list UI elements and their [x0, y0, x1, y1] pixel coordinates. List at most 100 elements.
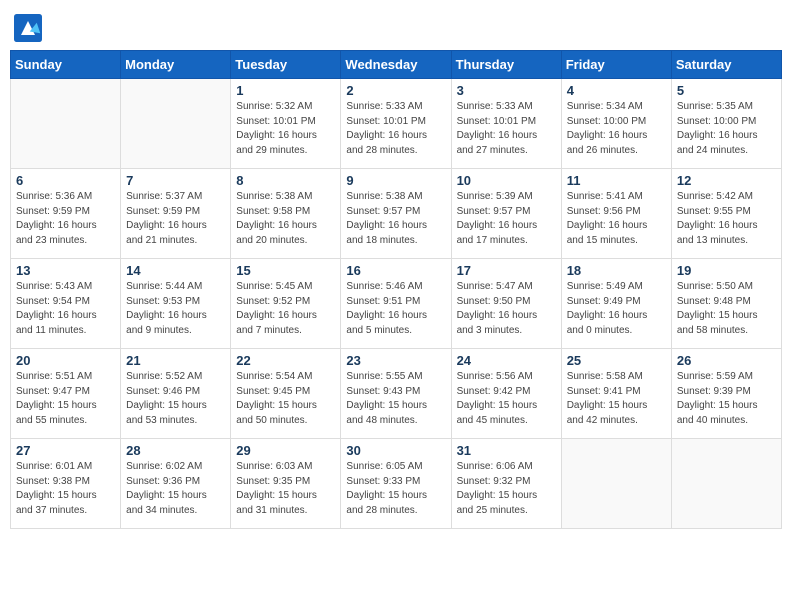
day-info: Sunrise: 5:32 AM Sunset: 10:01 PM Daylig… [236, 100, 335, 158]
day-info: Sunrise: 5:51 AM Sunset: 9:47 PM Dayligh… [16, 370, 115, 428]
day-info: Sunrise: 5:36 AM Sunset: 9:59 PM Dayligh… [16, 190, 115, 248]
day-number: 12 [677, 173, 776, 188]
day-number: 6 [16, 173, 115, 188]
calendar-cell: 20 Sunrise: 5:51 AM Sunset: 9:47 PM Dayli… [11, 349, 121, 439]
calendar-table: SundayMondayTuesdayWednesdayThursdayFrid… [10, 50, 782, 529]
day-info: Sunrise: 5:56 AM Sunset: 9:42 PM Dayligh… [457, 370, 556, 428]
day-info: Sunrise: 5:50 AM Sunset: 9:48 PM Dayligh… [677, 280, 776, 338]
day-info: Sunrise: 5:54 AM Sunset: 9:45 PM Dayligh… [236, 370, 335, 428]
day-number: 30 [346, 443, 445, 458]
day-number: 18 [567, 263, 666, 278]
calendar-cell: 10 Sunrise: 5:39 AM Sunset: 9:57 PM Dayli… [451, 169, 561, 259]
calendar-cell: 25Sunrise: 5:58 AM Sunset: 9:41 PM Dayli… [561, 349, 671, 439]
day-number: 16 [346, 263, 445, 278]
calendar-cell: 30 Sunrise: 6:05 AM Sunset: 9:33 PM Dayli… [341, 439, 451, 529]
calendar-cell: 24 Sunrise: 5:56 AM Sunset: 9:42 PM Dayli… [451, 349, 561, 439]
header-monday: Monday [121, 51, 231, 79]
day-info: Sunrise: 5:55 AM Sunset: 9:43 PM Dayligh… [346, 370, 445, 428]
day-info: Sunrise: 5:33 AM Sunset: 10:01 PM Daylig… [346, 100, 445, 158]
day-number: 9 [346, 173, 445, 188]
day-info: Sunrise: 6:02 AM Sunset: 9:36 PM Dayligh… [126, 460, 225, 518]
calendar-cell [121, 79, 231, 169]
calendar-cell: 27 Sunrise: 6:01 AM Sunset: 9:38 PM Dayli… [11, 439, 121, 529]
calendar-cell: 1Sunrise: 5:32 AM Sunset: 10:01 PM Dayli… [231, 79, 341, 169]
calendar-cell: 22 Sunrise: 5:54 AM Sunset: 9:45 PM Dayli… [231, 349, 341, 439]
day-number: 7 [126, 173, 225, 188]
logo [14, 14, 46, 42]
day-info: Sunrise: 5:38 AM Sunset: 9:58 PM Dayligh… [236, 190, 335, 248]
calendar-cell: 17 Sunrise: 5:47 AM Sunset: 9:50 PM Dayli… [451, 259, 561, 349]
day-info: Sunrise: 5:47 AM Sunset: 9:50 PM Dayligh… [457, 280, 556, 338]
calendar-cell: 9Sunrise: 5:38 AM Sunset: 9:57 PM Daylig… [341, 169, 451, 259]
calendar-cell: 29 Sunrise: 6:03 AM Sunset: 9:35 PM Dayli… [231, 439, 341, 529]
day-number: 15 [236, 263, 335, 278]
calendar-cell: 15 Sunrise: 5:45 AM Sunset: 9:52 PM Dayli… [231, 259, 341, 349]
calendar-cell: 5 Sunrise: 5:35 AM Sunset: 10:00 PM Dayli… [671, 79, 781, 169]
header-thursday: Thursday [451, 51, 561, 79]
day-number: 19 [677, 263, 776, 278]
day-info: Sunrise: 5:49 AM Sunset: 9:49 PM Dayligh… [567, 280, 666, 338]
day-info: Sunrise: 5:46 AM Sunset: 9:51 PM Dayligh… [346, 280, 445, 338]
calendar-cell: 19 Sunrise: 5:50 AM Sunset: 9:48 PM Dayli… [671, 259, 781, 349]
calendar-cell: 13Sunrise: 5:43 AM Sunset: 9:54 PM Dayli… [11, 259, 121, 349]
calendar-cell: 8 Sunrise: 5:38 AM Sunset: 9:58 PM Daylig… [231, 169, 341, 259]
calendar-header-row: SundayMondayTuesdayWednesdayThursdayFrid… [11, 51, 782, 79]
day-info: Sunrise: 6:03 AM Sunset: 9:35 PM Dayligh… [236, 460, 335, 518]
calendar-week-1: 1Sunrise: 5:32 AM Sunset: 10:01 PM Dayli… [11, 79, 782, 169]
calendar-cell [11, 79, 121, 169]
day-number: 11 [567, 173, 666, 188]
day-info: Sunrise: 5:59 AM Sunset: 9:39 PM Dayligh… [677, 370, 776, 428]
calendar-cell: 7 Sunrise: 5:37 AM Sunset: 9:59 PM Daylig… [121, 169, 231, 259]
calendar-week-5: 27 Sunrise: 6:01 AM Sunset: 9:38 PM Dayli… [11, 439, 782, 529]
header-wednesday: Wednesday [341, 51, 451, 79]
day-info: Sunrise: 5:45 AM Sunset: 9:52 PM Dayligh… [236, 280, 335, 338]
calendar-cell: 16 Sunrise: 5:46 AM Sunset: 9:51 PM Dayli… [341, 259, 451, 349]
day-info: Sunrise: 5:35 AM Sunset: 10:00 PM Daylig… [677, 100, 776, 158]
calendar-cell: 6 Sunrise: 5:36 AM Sunset: 9:59 PM Daylig… [11, 169, 121, 259]
day-number: 22 [236, 353, 335, 368]
day-number: 26 [677, 353, 776, 368]
header-saturday: Saturday [671, 51, 781, 79]
day-number: 2 [346, 83, 445, 98]
page-header [10, 10, 782, 42]
day-info: Sunrise: 5:39 AM Sunset: 9:57 PM Dayligh… [457, 190, 556, 248]
day-info: Sunrise: 5:43 AM Sunset: 9:54 PM Dayligh… [16, 280, 115, 338]
day-number: 29 [236, 443, 335, 458]
calendar-cell: 12Sunrise: 5:42 AM Sunset: 9:55 PM Dayli… [671, 169, 781, 259]
day-number: 20 [16, 353, 115, 368]
calendar-week-2: 6 Sunrise: 5:36 AM Sunset: 9:59 PM Daylig… [11, 169, 782, 259]
calendar-week-3: 13Sunrise: 5:43 AM Sunset: 9:54 PM Dayli… [11, 259, 782, 349]
day-number: 24 [457, 353, 556, 368]
day-info: Sunrise: 5:41 AM Sunset: 9:56 PM Dayligh… [567, 190, 666, 248]
day-number: 28 [126, 443, 225, 458]
day-number: 21 [126, 353, 225, 368]
day-number: 31 [457, 443, 556, 458]
calendar-cell: 11 Sunrise: 5:41 AM Sunset: 9:56 PM Dayli… [561, 169, 671, 259]
day-number: 10 [457, 173, 556, 188]
day-info: Sunrise: 6:06 AM Sunset: 9:32 PM Dayligh… [457, 460, 556, 518]
day-number: 23 [346, 353, 445, 368]
day-number: 4 [567, 83, 666, 98]
day-info: Sunrise: 6:01 AM Sunset: 9:38 PM Dayligh… [16, 460, 115, 518]
day-number: 5 [677, 83, 776, 98]
calendar-cell: 26 Sunrise: 5:59 AM Sunset: 9:39 PM Dayli… [671, 349, 781, 439]
logo-icon [14, 14, 42, 42]
calendar-cell: 14Sunrise: 5:44 AM Sunset: 9:53 PM Dayli… [121, 259, 231, 349]
header-tuesday: Tuesday [231, 51, 341, 79]
calendar-cell: 4Sunrise: 5:34 AM Sunset: 10:00 PM Dayli… [561, 79, 671, 169]
day-info: Sunrise: 5:44 AM Sunset: 9:53 PM Dayligh… [126, 280, 225, 338]
day-number: 27 [16, 443, 115, 458]
day-number: 8 [236, 173, 335, 188]
day-info: Sunrise: 5:33 AM Sunset: 10:01 PM Daylig… [457, 100, 556, 158]
header-friday: Friday [561, 51, 671, 79]
day-info: Sunrise: 6:05 AM Sunset: 9:33 PM Dayligh… [346, 460, 445, 518]
calendar-cell: 21Sunrise: 5:52 AM Sunset: 9:46 PM Dayli… [121, 349, 231, 439]
day-info: Sunrise: 5:58 AM Sunset: 9:41 PM Dayligh… [567, 370, 666, 428]
calendar-cell: 18 Sunrise: 5:49 AM Sunset: 9:49 PM Dayli… [561, 259, 671, 349]
calendar-cell [671, 439, 781, 529]
calendar-week-4: 20 Sunrise: 5:51 AM Sunset: 9:47 PM Dayli… [11, 349, 782, 439]
day-number: 17 [457, 263, 556, 278]
day-info: Sunrise: 5:37 AM Sunset: 9:59 PM Dayligh… [126, 190, 225, 248]
day-number: 3 [457, 83, 556, 98]
calendar-cell: 3 Sunrise: 5:33 AM Sunset: 10:01 PM Dayli… [451, 79, 561, 169]
